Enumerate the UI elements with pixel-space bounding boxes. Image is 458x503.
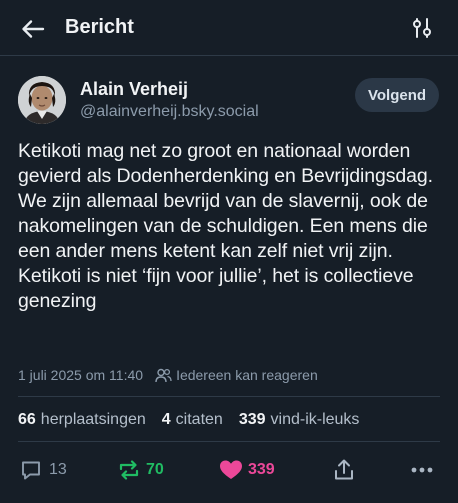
page-title: Bericht	[65, 16, 134, 38]
repost-button[interactable]: 70	[117, 456, 164, 484]
post-timestamp[interactable]: 1 juli 2025 om 11:40	[18, 367, 143, 383]
share-icon	[335, 459, 353, 480]
likes-stat[interactable]: 339 vind-ik-leuks	[239, 411, 360, 429]
post-text: Ketikoti mag net zo groot en nationaal w…	[18, 140, 433, 312]
reply-button[interactable]: 13	[20, 456, 67, 484]
people-icon	[155, 368, 172, 382]
follow-button[interactable]: Volgend	[355, 78, 439, 112]
top-bar: Bericht	[0, 0, 458, 56]
speech-bubble-icon	[22, 461, 40, 480]
divider	[18, 441, 440, 442]
reply-count: 13	[49, 461, 67, 478]
engagement-stats: 66 herplaatsingen 4 citaten 339 vind-ik-leu…	[18, 411, 375, 429]
ellipsis-icon	[411, 467, 433, 473]
heart-icon	[220, 460, 242, 479]
back-arrow-icon[interactable]	[20, 16, 46, 42]
more-options-button[interactable]	[410, 456, 434, 484]
author-handle[interactable]: @alainverheij.bsky.social	[80, 103, 259, 121]
reply-setting: Iedereen kan reageren	[176, 367, 318, 383]
like-button[interactable]: 339	[219, 456, 275, 484]
post-actions: 13 70 339	[0, 456, 458, 484]
post-meta: 1 juli 2025 om 11:40 Iedereen kan reager…	[18, 366, 318, 384]
settings-sliders-icon[interactable]	[412, 17, 432, 39]
avatar-portrait-image	[18, 76, 66, 124]
repost-count: 70	[146, 461, 164, 478]
share-button[interactable]	[333, 456, 355, 484]
quotes-stat[interactable]: 4 citaten	[162, 411, 223, 429]
avatar[interactable]	[18, 76, 66, 124]
divider	[18, 396, 440, 397]
like-count: 339	[248, 461, 275, 478]
repost-arrows-icon	[119, 460, 139, 480]
author-name[interactable]: Alain Verheij	[80, 79, 188, 100]
reposts-stat[interactable]: 66 herplaatsingen	[18, 411, 146, 429]
